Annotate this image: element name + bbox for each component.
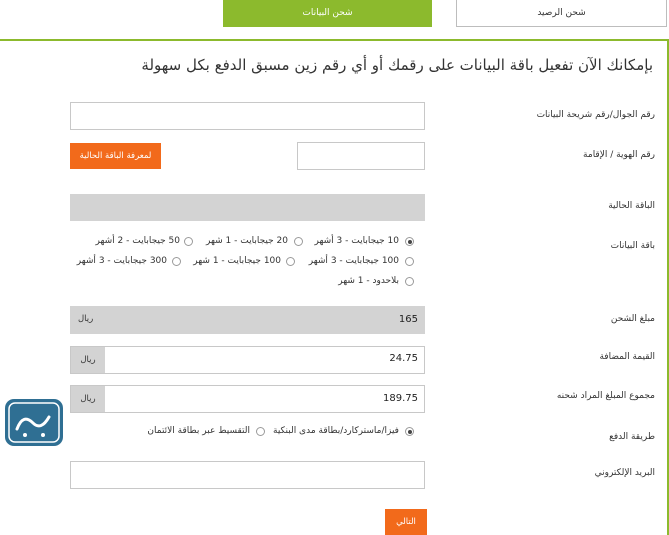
package-option-label: بلاحدود - 1 شهر	[338, 276, 399, 286]
total-value: 189.75	[383, 393, 418, 404]
payment-method-label: طريقة الدفع	[609, 432, 655, 442]
know-current-package-button[interactable]: لمعرفة الباقة الحالية	[70, 143, 161, 169]
vat-currency: ريال	[71, 347, 105, 373]
package-option-label: 100 جيجابايت - 1 شهر	[193, 256, 281, 266]
amount-currency: ريال	[78, 314, 94, 324]
site-logo	[3, 395, 65, 450]
package-radio-5[interactable]	[286, 257, 295, 266]
package-radio-2[interactable]	[294, 237, 303, 246]
next-button[interactable]: التالي	[385, 509, 427, 535]
package-option-label: 300 جيجابايت - 3 أشهر	[76, 256, 167, 266]
mobile-label: رقم الجوال/رقم شريحة البيانات	[536, 110, 655, 120]
vat-label: القيمة المضافة	[599, 352, 655, 362]
total-currency: ريال	[71, 386, 105, 412]
payment-radio-installment[interactable]	[256, 427, 265, 436]
mobile-input[interactable]	[70, 102, 425, 130]
amount-value: 165	[398, 314, 418, 325]
amount-label: مبلغ الشحن	[610, 314, 655, 324]
id-label: رقم الهوية / الإقامة	[583, 150, 655, 160]
package-option-label: 10 جيجابايت - 3 أشهر	[314, 236, 399, 246]
email-input[interactable]	[70, 461, 425, 489]
package-radio-1[interactable]	[405, 237, 414, 246]
payment-radio-card[interactable]	[405, 427, 414, 436]
email-label: البريد الإلكتروني	[594, 468, 655, 478]
package-radio-6[interactable]	[172, 257, 181, 266]
payment-option-label: فيزا/ماستركارد/بطاقة مدى البنكية	[273, 426, 399, 436]
tab-balance-recharge[interactable]: شحن الرصيد	[456, 0, 667, 27]
vat-value: 24.75	[389, 353, 418, 364]
package-radio-4[interactable]	[405, 257, 414, 266]
package-option-label: 100 جيجابايت - 3 أشهر	[308, 256, 399, 266]
tab-data-recharge[interactable]: شحن البيانات	[223, 0, 432, 27]
current-package-label: الباقة الحالية	[608, 201, 655, 211]
data-package-label: باقة البيانات	[610, 241, 655, 251]
panel-top-border	[0, 39, 669, 41]
page-headline: بإمكانك الآن تفعيل باقة البيانات على رقم…	[141, 56, 653, 74]
id-input[interactable]	[297, 142, 425, 170]
package-option-label: 20 جيجابايت - 1 شهر	[206, 236, 288, 246]
package-option-label: 50 جيجابايت - 2 أشهر	[95, 236, 180, 246]
current-package-field	[70, 194, 425, 221]
payment-option-label: التقسيط عبر بطاقة الائتمان	[147, 426, 250, 436]
package-radio-7[interactable]	[405, 277, 414, 286]
package-radio-3[interactable]	[184, 237, 193, 246]
total-label: مجموع المبلغ المراد شحنه	[556, 391, 655, 401]
